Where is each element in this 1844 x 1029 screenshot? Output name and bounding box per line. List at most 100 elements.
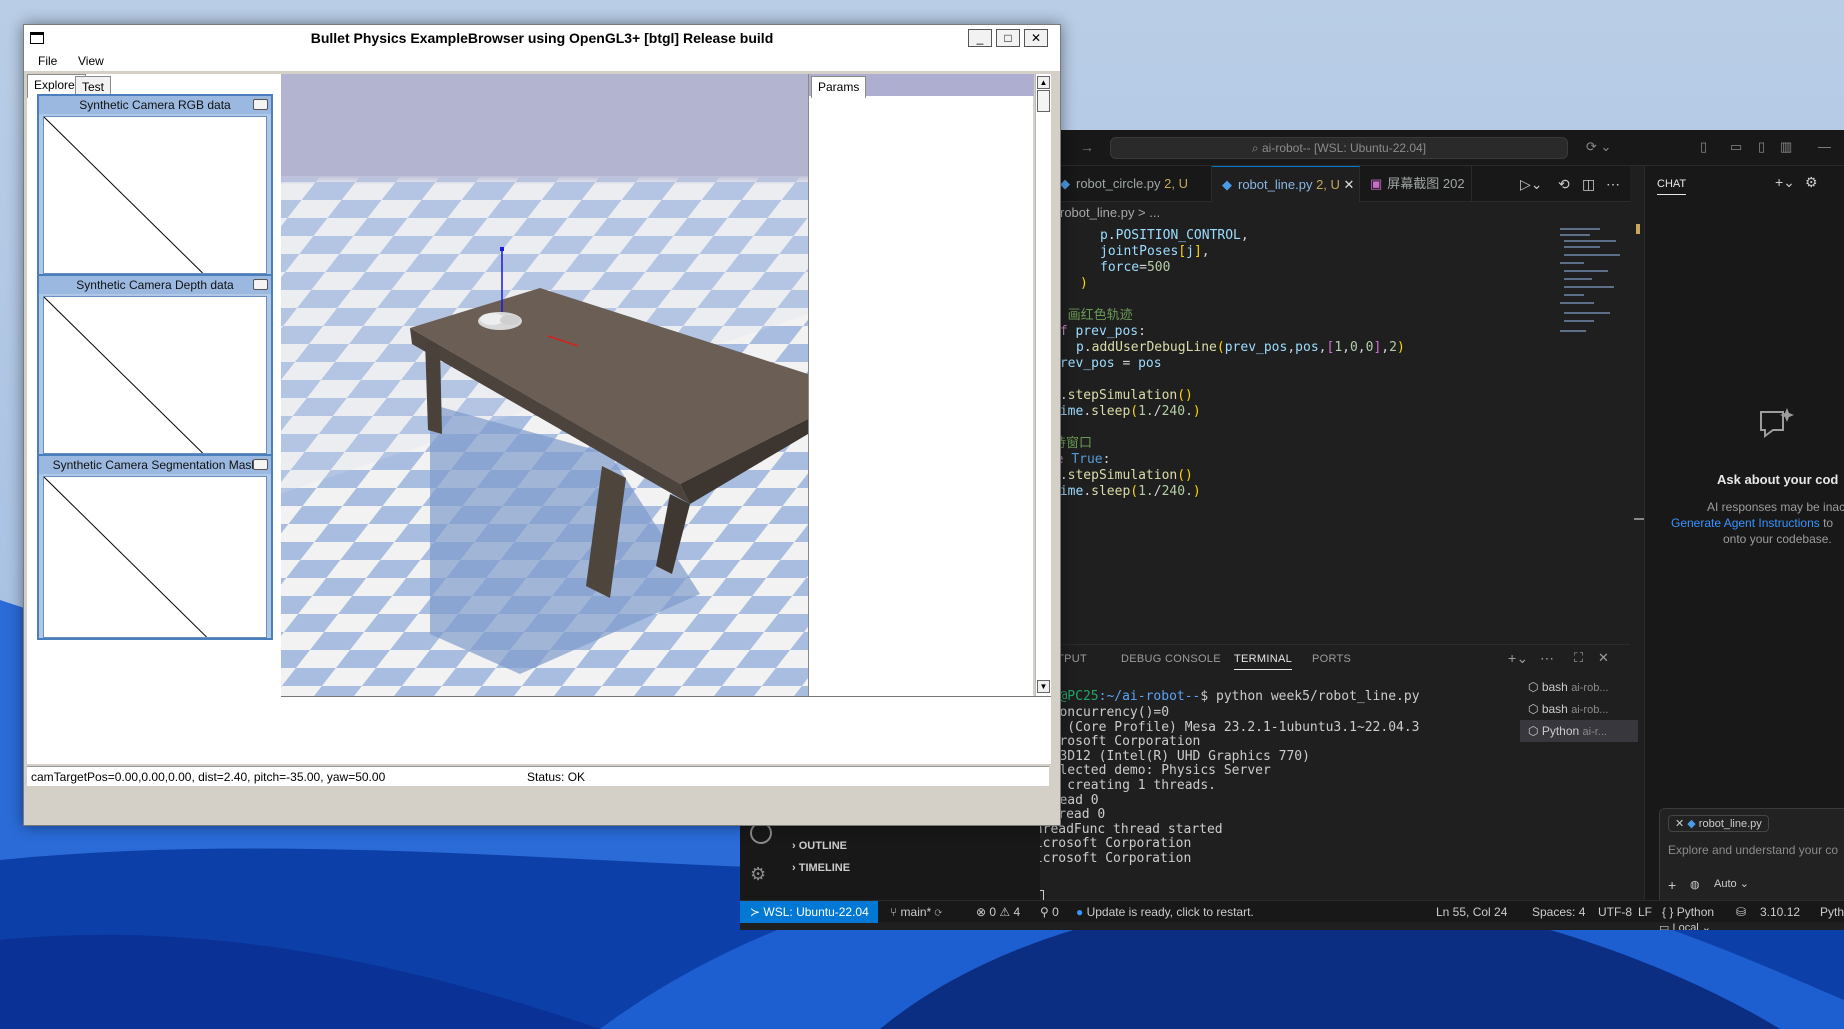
close-icon[interactable]: ✕ [1675,818,1687,830]
minimize-button[interactable] [253,99,268,110]
minimize-button[interactable]: _ [968,29,992,47]
terminal-instance-selected[interactable]: ⬡ Python ai-r... [1520,720,1638,742]
dock-tabs: Explorer Test [27,74,281,98]
maximize-button[interactable]: □ [996,29,1020,47]
more-actions-icon[interactable]: ⋯ [1540,650,1554,667]
gear-icon[interactable]: ⚙ [1805,174,1818,191]
tab-label: robot_line.py [1238,177,1313,192]
camera-depth-title: Synthetic Camera Depth data [39,276,271,294]
menu-file[interactable]: File [38,54,57,68]
compare-icon[interactable]: ⟲ [1558,176,1570,193]
code-line[interactable]: force=500 [1100,258,1170,277]
explorer-bottom-sections: › OUTLINE › TIMELINE ⚙ [740,820,1040,900]
toggle-secondary-sidebar-icon[interactable]: ▯ [1758,139,1765,155]
code-editor[interactable]: p.POSITION_CONTROL, jointPoses[j], force=5… [1040,224,1600,664]
ports-indicator[interactable]: ⚲ 0 [1040,901,1059,923]
tab-robot-circle[interactable]: ◆ robot_circle.py 2, U [1050,166,1212,202]
code-line[interactable]: time.sleep(1./240.) [1052,402,1201,421]
chat-codebase-text: onto your codebase. [1723,532,1832,546]
more-actions-icon[interactable]: ⋯ [1606,176,1620,193]
indentation[interactable]: Spaces: 4 [1532,901,1585,923]
outline-section[interactable]: › OUTLINE [792,836,847,856]
terminal-icon: ⬡ [1528,702,1542,716]
code-line[interactable]: ) [1080,274,1088,293]
split-editor-icon[interactable]: ◫ [1582,176,1595,193]
chat-header[interactable]: CHAT [1657,178,1687,195]
close-button[interactable]: ✕ [1024,29,1048,47]
chevron-right-icon: › [792,862,796,874]
3d-viewport[interactable] [280,74,808,696]
scroll-thumb[interactable] [1037,90,1050,112]
generate-instructions-link[interactable]: Generate Agent Instructions [1671,516,1820,530]
panel-header: OUTPUT DEBUG CONSOLE TERMINAL PORTS +⌄ ⋯… [1040,644,1630,676]
minimap[interactable] [1558,224,1620,354]
close-panel-icon[interactable]: ✕ [1598,650,1609,666]
editor-scrollbar[interactable] [1634,224,1644,664]
terminal-icon: ⬡ [1528,724,1542,738]
toggle-panel-icon[interactable]: ▭ [1730,139,1742,155]
chat-input-placeholder[interactable]: Explore and understand your co [1668,843,1838,857]
maximize-panel-icon[interactable]: ⛶ [1574,650,1583,666]
code-line[interactable]: prev_pos = pos [1052,354,1162,373]
minimize-button[interactable] [253,459,268,470]
run-icon[interactable]: ▷⌄ [1520,176,1543,193]
python-file-icon: ◆ [1687,818,1699,830]
image-file-icon: ▣ [1370,176,1383,191]
camera-rgb-window[interactable]: Synthetic Camera RGB data [37,94,273,276]
title-bar[interactable]: Bullet Physics ExampleBrowser using Open… [24,25,1060,51]
toggle-primary-sidebar-icon[interactable]: ▯ [1700,139,1707,155]
status-bar: camTargetPos=0.00,0.00,0.00, dist=2.40, … [27,766,1049,786]
menu-view[interactable]: View [78,54,104,68]
terminal-icon: ⬡ [1528,680,1542,694]
sync-icon[interactable]: ⟳ [935,905,942,919]
copilot-icon[interactable]: ⟳ ⌄ [1586,139,1611,155]
camera-segmentation-image [43,476,267,638]
update-notice[interactable]: ● Update is ready, click to restart. [1076,901,1254,923]
timeline-section[interactable]: › TIMELINE [792,858,850,878]
tab-ports[interactable]: PORTS [1312,653,1351,665]
breadcrumb[interactable]: robot_line.py > ... [1060,202,1160,224]
add-context-icon[interactable]: + [1668,877,1676,893]
scroll-up-arrow-icon[interactable]: ▲ [1037,76,1050,89]
problems-indicator[interactable]: ⊗ 0 ⚠ 4 [976,901,1020,923]
params-scrollbar[interactable]: ▲ ▼ [1035,74,1051,696]
camera-depth-window[interactable]: Synthetic Camera Depth data [37,274,273,456]
python-version[interactable]: 3.10.12 [1760,901,1800,923]
tab-screenshot[interactable]: ▣ 屏幕截图 202 [1360,166,1472,202]
gear-icon[interactable]: ⚙ [750,864,766,885]
customize-layout-icon[interactable]: ▥ [1780,139,1792,155]
copilot-status-icon[interactable]: ⛁ [1736,901,1746,923]
chat-input-box[interactable]: ✕ ◆ robot_line.py Explore and understand… [1659,808,1844,908]
language-mode[interactable]: { } Python [1662,901,1714,923]
chevron-right-icon: › [792,840,796,852]
tools-icon[interactable]: ◍ [1690,878,1700,891]
encoding[interactable]: UTF-8 [1598,901,1632,923]
camera-depth-image [43,296,267,454]
tab-robot-line[interactable]: ◆ robot_line.py 2, U ✕ [1212,166,1360,202]
minimize-button[interactable] [253,279,268,290]
code-line[interactable]: time.sleep(1./240.) [1052,482,1201,501]
terminal-instance[interactable]: ⬡ bash ai-rob... [1520,698,1638,720]
mode-picker[interactable]: Auto ⌄ [1714,877,1749,890]
close-icon[interactable]: ✕ [1344,177,1355,192]
cursor-position[interactable]: Ln 55, Col 24 [1436,901,1507,923]
new-terminal-icon[interactable]: +⌄ [1508,650,1529,667]
minimize-icon[interactable]: — [1818,139,1831,154]
python-file-icon: ◆ [1060,176,1070,191]
tab-params[interactable]: Params [811,76,867,98]
command-center-search[interactable]: ⌕ ai-robot-- [WSL: Ubuntu-22.04] [1110,137,1568,159]
tab-terminal[interactable]: TERMINAL [1234,653,1293,670]
context-file-chip[interactable]: ✕ ◆ robot_line.py [1668,815,1769,832]
scroll-down-arrow-icon[interactable]: ▼ [1037,680,1050,693]
python-env[interactable]: Pyth [1820,901,1844,923]
forward-arrow-icon[interactable]: → [1080,139,1094,155]
tab-debug-console[interactable]: DEBUG CONSOLE [1121,653,1221,665]
remote-indicator[interactable]: ≻ WSL: Ubuntu-22.04 [740,901,878,923]
new-chat-icon[interactable]: +⌄ [1775,174,1795,191]
camera-segmentation-window[interactable]: Synthetic Camera Segmentation Mask [37,454,273,640]
camera-status: camTargetPos=0.00,0.00,0.00, dist=2.40, … [31,770,386,784]
branch-indicator[interactable]: ⑂ main* ⟳ [890,901,942,923]
terminal-instance[interactable]: ⬡ bash ai-rob... [1520,676,1638,698]
line-ending[interactable]: LF [1638,901,1652,923]
copilot-chat-icon [1760,408,1794,438]
